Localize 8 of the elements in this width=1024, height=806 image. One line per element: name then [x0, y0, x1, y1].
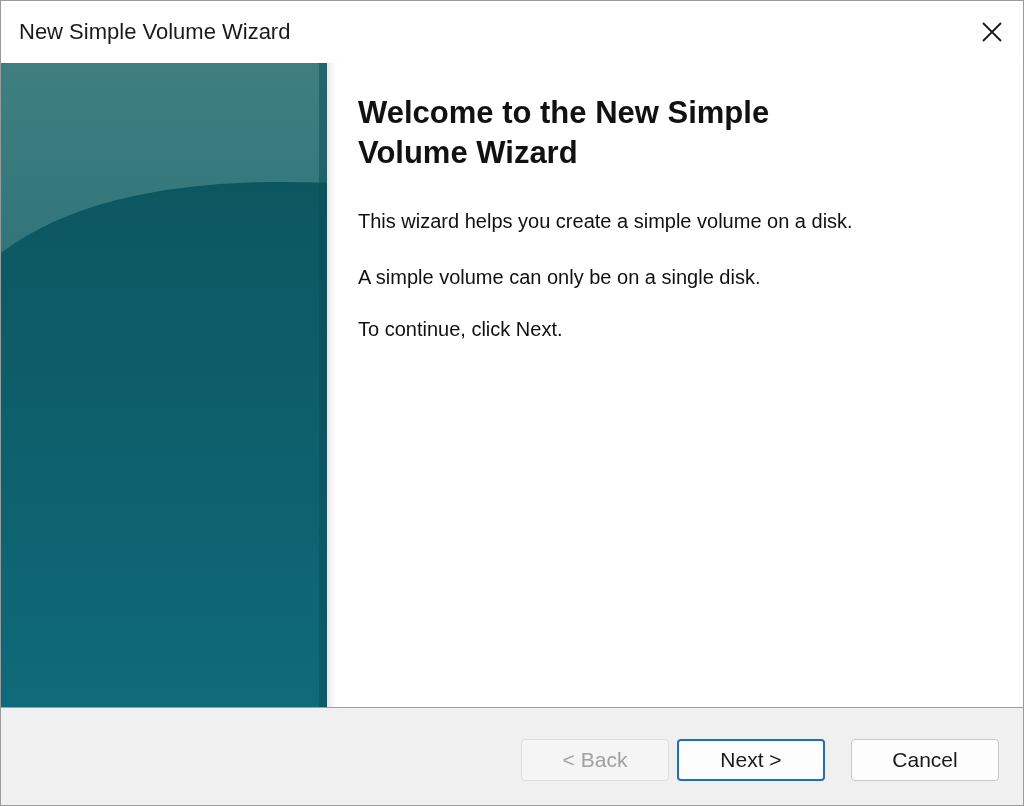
wizard-text: This wizard helps you create a simple volume on a disk. — [358, 209, 854, 233]
wizard-text: To continue, click Next. — [358, 317, 564, 341]
wizard-heading: Welcome to the New Simple Volume Wizard — [358, 94, 771, 172]
close-icon — [981, 21, 1003, 43]
wizard-button[interactable]: Next > — [677, 738, 825, 781]
wizard-text: A simple volume can only be on a single disk. — [358, 265, 762, 289]
window-title: New Simple Volume Wizard — [19, 19, 291, 45]
wizard-button[interactable]: Cancel — [851, 738, 999, 781]
